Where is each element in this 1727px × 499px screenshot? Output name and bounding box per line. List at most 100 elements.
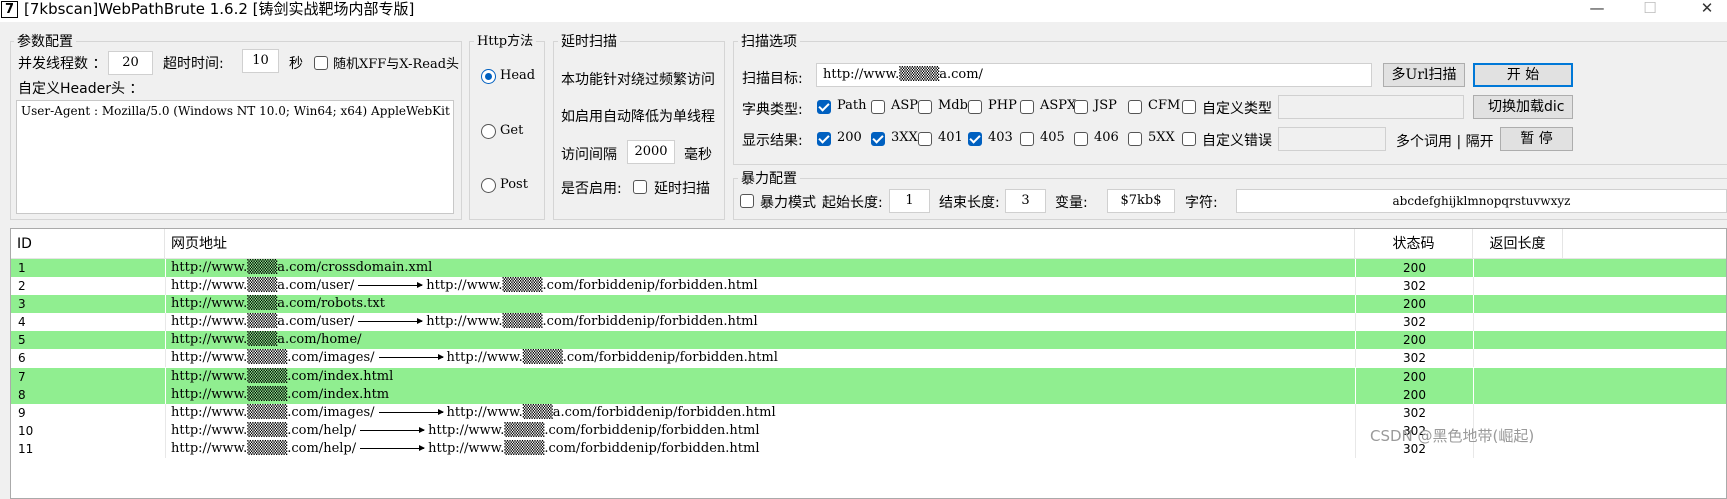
row-url: http://www.▒▒▒▒.com/images/http://www.▒▒…: [171, 404, 776, 422]
table-row[interactable]: 1 http://www.▒▒▒a.com/crossdomain.xml 200: [11, 259, 1726, 278]
row-status: 200: [1403, 333, 1426, 348]
row-redirect-url: http://www.▒▒▒▒.com/forbiddenip/forbidde…: [446, 350, 778, 366]
show-custom-error-checkbox[interactable]: [1182, 132, 1196, 146]
row-id: 7: [18, 369, 26, 384]
end-length-input[interactable]: 3: [1005, 189, 1046, 213]
row-url-text: http://www.▒▒▒a.com/crossdomain.xml: [171, 260, 433, 275]
row-url: http://www.▒▒▒a.com/home/: [171, 331, 362, 349]
multi-url-button[interactable]: 多Url扫描: [1383, 63, 1465, 87]
row-status: 200: [1403, 261, 1426, 275]
show-result-label: 显示结果:: [742, 133, 803, 149]
table-row[interactable]: 3 http://www.▒▒▒a.com/robots.txt 200: [11, 295, 1726, 314]
brute-mode-checkbox[interactable]: [740, 194, 754, 208]
row-status: 200: [1403, 387, 1426, 402]
show-5xx-checkbox[interactable]: [1128, 132, 1142, 146]
table-row[interactable]: 5 http://www.▒▒▒a.com/home/200: [11, 331, 1726, 350]
delay-enable-checkbox[interactable]: [633, 180, 647, 194]
dict-path-label: Path: [837, 98, 867, 113]
row-url-text: http://www.▒▒▒▒.com/images/: [171, 350, 375, 366]
row-id: 5: [18, 333, 26, 348]
delay-interval-label: 访问间隔: [561, 147, 617, 163]
dict-php-checkbox[interactable]: [968, 100, 982, 114]
header-url[interactable]: 网页地址: [165, 229, 1355, 259]
dict-mdb-checkbox[interactable]: [918, 100, 932, 114]
table-row[interactable]: 7 http://www.▒▒▒▒.com/index.html 200: [11, 367, 1726, 386]
dict-cfm-checkbox[interactable]: [1128, 100, 1142, 114]
get-radio[interactable]: [481, 124, 496, 139]
head-radio[interactable]: [481, 69, 496, 84]
switch-dict-button[interactable]: 切换加载dic: [1473, 95, 1573, 119]
variable-input[interactable]: $7kb$: [1107, 189, 1175, 213]
redirect-arrow-icon: [378, 408, 444, 415]
post-radio-label: Post: [500, 177, 528, 192]
row-url: http://www.▒▒▒a.com/user/http://www.▒▒▒▒…: [171, 277, 758, 295]
row-url: http://www.▒▒▒▒.com/help/http://www.▒▒▒▒…: [171, 440, 759, 458]
timeout-unit: 秒: [289, 56, 303, 72]
variable-label: 变量:: [1055, 195, 1088, 211]
dict-path-checkbox[interactable]: [817, 100, 831, 114]
row-id: 11: [18, 441, 34, 456]
target-label: 扫描目标:: [742, 71, 803, 87]
row-redirect-url: http://www.▒▒▒▒.com/forbiddenip/forbidde…: [426, 314, 758, 330]
dict-aspx-label: ASPX: [1040, 98, 1077, 113]
show-406-checkbox[interactable]: [1074, 132, 1088, 146]
timeout-input[interactable]: 10: [242, 49, 279, 73]
get-radio-label: Get: [500, 123, 524, 138]
start-length-label: 起始长度:: [822, 195, 883, 211]
header-status[interactable]: 状态码: [1355, 229, 1473, 259]
redirect-arrow-icon: [358, 282, 424, 289]
show-401-checkbox[interactable]: [918, 132, 932, 146]
target-input[interactable]: http://www.▒▒▒▒a.com/: [816, 63, 1372, 87]
dict-asp-checkbox[interactable]: [871, 100, 885, 114]
dict-aspx-checkbox[interactable]: [1020, 100, 1034, 114]
close-button[interactable]: ✕: [1687, 0, 1727, 20]
random-xff-checkbox[interactable]: [314, 56, 328, 70]
title-bar: 7 [7kbscan]WebPathBrute 1.6.2 [铸剑实战靶场内部专…: [0, 0, 1727, 22]
custom-header-textarea[interactable]: User-Agent : Mozilla/5.0 (Windows NT 10.…: [16, 100, 454, 214]
chars-input[interactable]: abcdefghijklmnopqrstuvwxyz: [1236, 189, 1727, 213]
post-radio[interactable]: [481, 178, 496, 193]
row-id: 2: [18, 279, 26, 294]
table-row[interactable]: 4 http://www.▒▒▒a.com/user/http://www.▒▒▒…: [11, 313, 1726, 332]
table-row[interactable]: 8 http://www.▒▒▒▒.com/index.htm 200: [11, 385, 1726, 404]
delay-desc-1: 本功能针对绕过频繁访问: [561, 72, 715, 88]
show-405-checkbox[interactable]: [1020, 132, 1034, 146]
watermark: CSDN @黑色地带(崛起): [1370, 427, 1535, 445]
table-row[interactable]: 2 http://www.▒▒▒a.com/user/http://www.▒▒▒…: [11, 277, 1726, 296]
row-id: 10: [18, 423, 34, 438]
row-url: http://www.▒▒▒▒.com/index.htm: [171, 386, 389, 404]
table-row[interactable]: 9 http://www.▒▒▒▒.com/images/http://www.▒…: [11, 403, 1726, 422]
show-403-label: 403: [988, 130, 1013, 145]
dict-custom-input[interactable]: [1278, 95, 1464, 119]
row-url-text: http://www.▒▒▒a.com/user/: [171, 314, 355, 330]
results-list[interactable]: ID 网页地址 状态码 返回长度 1 http://www.▒▒▒a.com/cr…: [10, 228, 1727, 499]
table-row[interactable]: 6 http://www.▒▒▒▒.com/images/http://www.▒…: [11, 349, 1726, 368]
custom-error-input[interactable]: [1278, 127, 1386, 151]
dict-custom-label: 自定义类型: [1202, 101, 1272, 117]
pause-button[interactable]: 暂 停: [1500, 127, 1573, 151]
delay-interval-input[interactable]: 2000: [627, 140, 675, 164]
dict-custom-checkbox[interactable]: [1182, 100, 1196, 114]
threads-label: 并发线程数 ：: [18, 56, 107, 72]
row-url: http://www.▒▒▒a.com/crossdomain.xml: [171, 259, 432, 277]
show-200-checkbox[interactable]: [817, 132, 831, 146]
minimize-button[interactable]: —: [1577, 0, 1617, 20]
chars-label: 字符:: [1185, 195, 1218, 211]
show-403-checkbox[interactable]: [968, 132, 982, 146]
dict-jsp-checkbox[interactable]: [1074, 100, 1088, 114]
start-length-input[interactable]: 1: [889, 189, 930, 213]
row-url-text: http://www.▒▒▒▒.com/index.htm: [171, 386, 390, 402]
header-length[interactable]: 返回长度: [1473, 229, 1563, 259]
delay-desc-2: 如启用自动降低为单线程: [561, 109, 715, 125]
window-title: [7kbscan]WebPathBrute 1.6.2 [铸剑实战靶场内部专版]: [24, 0, 415, 18]
row-status: 200: [1403, 369, 1426, 384]
app-icon: 7: [1, 1, 18, 18]
head-radio-label: Head: [500, 68, 536, 83]
row-url-text: http://www.▒▒▒a.com/home/: [171, 332, 362, 348]
start-button[interactable]: 开 始: [1473, 63, 1573, 87]
threads-input[interactable]: 20: [108, 51, 153, 75]
show-3xx-checkbox[interactable]: [871, 132, 885, 146]
row-id: 4: [18, 315, 26, 330]
maximize-button[interactable]: ☐: [1630, 0, 1670, 20]
header-id[interactable]: ID: [11, 229, 165, 259]
